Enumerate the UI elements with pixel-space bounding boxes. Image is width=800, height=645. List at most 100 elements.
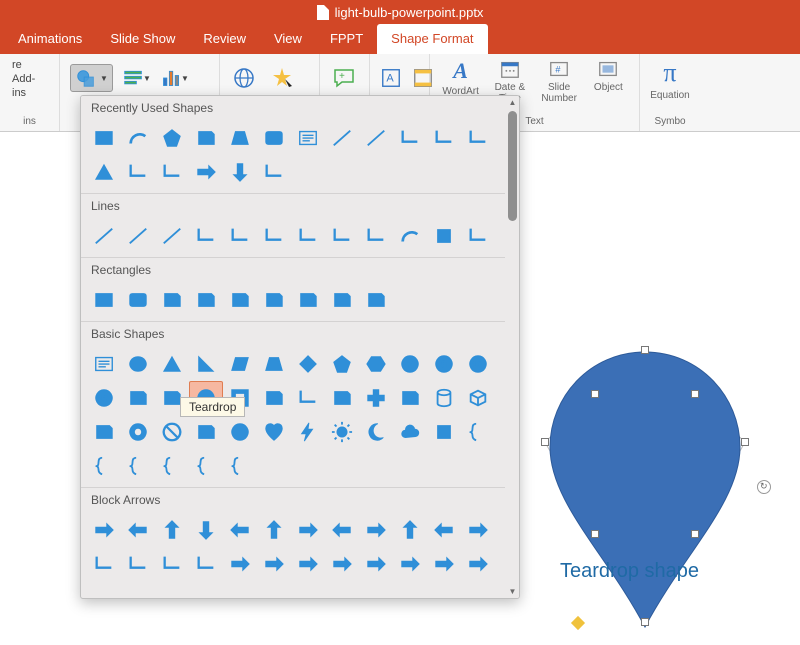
- shape-arrow-bent[interactable]: [359, 513, 393, 547]
- insert-shapes-button[interactable]: ▼: [70, 64, 113, 92]
- tab-shape-format[interactable]: Shape Format: [377, 24, 487, 54]
- shape-can[interactable]: [427, 381, 461, 415]
- shape-octagon[interactable]: 8: [427, 347, 461, 381]
- shape-freeform[interactable]: [257, 155, 291, 189]
- shape-snip2[interactable]: [189, 283, 223, 317]
- shape-u-shape[interactable]: [155, 155, 189, 189]
- shape-line-double[interactable]: [155, 219, 189, 253]
- shape-pie[interactable]: [121, 381, 155, 415]
- shape-arrow-curve-l[interactable]: [121, 547, 155, 581]
- shape-cube[interactable]: [461, 381, 495, 415]
- shape-snip-diag[interactable]: [223, 283, 257, 317]
- shape-arrow-right[interactable]: [189, 155, 223, 189]
- shape-hexagon[interactable]: [359, 347, 393, 381]
- shape-block-arc[interactable]: [189, 415, 223, 449]
- shape-line-arrow[interactable]: [121, 219, 155, 253]
- shape-arc[interactable]: [121, 121, 155, 155]
- header-footer-button[interactable]: [412, 64, 434, 92]
- shape-curve-2[interactable]: [325, 219, 359, 253]
- shape-dodecagon[interactable]: 12: [87, 381, 121, 415]
- shape-triangle[interactable]: [155, 347, 189, 381]
- shape-elbow-arrow[interactable]: [223, 219, 257, 253]
- shape-arrow-curve-u[interactable]: [155, 547, 189, 581]
- shape-arc[interactable]: [393, 219, 427, 253]
- shape-freeform-open[interactable]: [427, 219, 461, 253]
- shape-lightning[interactable]: [291, 415, 325, 449]
- slide-number-button[interactable]: # Slide Number: [539, 58, 580, 104]
- teardrop-shape-object[interactable]: [535, 342, 755, 642]
- shape-l-shape[interactable]: [121, 155, 155, 189]
- shape-heart[interactable]: [257, 415, 291, 449]
- shape-arrow-ud[interactable]: [257, 513, 291, 547]
- scroll-down-icon[interactable]: ▼: [507, 585, 519, 598]
- shape-curve-arrow[interactable]: [359, 219, 393, 253]
- shape-arrow-d[interactable]: [189, 513, 223, 547]
- shape-arrow-callout-d[interactable]: [461, 547, 495, 581]
- shape-donut[interactable]: [121, 415, 155, 449]
- selection-handle-sw[interactable]: [591, 530, 599, 538]
- shape-brace-l[interactable]: [155, 449, 189, 483]
- shape-arrow-home[interactable]: [291, 547, 325, 581]
- shape-round-diag[interactable]: [325, 283, 359, 317]
- shape-parallelogram[interactable]: [223, 347, 257, 381]
- shape-brace-pair[interactable]: [121, 449, 155, 483]
- scroll-up-icon[interactable]: ▲: [507, 96, 519, 109]
- popover-scrollbar[interactable]: ▲ ▼: [505, 96, 520, 598]
- shape-arrow-curve-d[interactable]: [189, 547, 223, 581]
- shape-round-snip[interactable]: [359, 283, 393, 317]
- selection-handle-n[interactable]: [641, 346, 649, 354]
- shape-connector-elbow[interactable]: [393, 121, 427, 155]
- shape-rounded[interactable]: [121, 283, 155, 317]
- shape-arrow-l[interactable]: [121, 513, 155, 547]
- selection-handle-w[interactable]: [541, 438, 549, 446]
- shape-arrow-notched[interactable]: [257, 547, 291, 581]
- shape-bevel[interactable]: [87, 415, 121, 449]
- shape-triangle[interactable]: [87, 155, 121, 189]
- shape-arc2[interactable]: [427, 415, 461, 449]
- shape-heptagon[interactable]: 7: [393, 347, 427, 381]
- shape-arrow-bentup[interactable]: [461, 513, 495, 547]
- shape-arrow-lr[interactable]: [223, 513, 257, 547]
- tab-animations[interactable]: Animations: [4, 24, 96, 54]
- shape-line[interactable]: [87, 219, 121, 253]
- rotation-handle[interactable]: [757, 480, 771, 494]
- chart-button[interactable]: ▼: [161, 64, 189, 92]
- selection-handle-ne[interactable]: [691, 390, 699, 398]
- scroll-thumb[interactable]: [508, 111, 517, 221]
- selection-handle-nw[interactable]: [591, 390, 599, 398]
- shape-brace-r[interactable]: [223, 449, 257, 483]
- shape-half-frame[interactable]: [257, 381, 291, 415]
- selection-handle-s[interactable]: [641, 618, 649, 626]
- shape-diamond[interactable]: [291, 347, 325, 381]
- addins-line2[interactable]: Add-ins: [12, 73, 35, 99]
- comment-button[interactable]: +: [330, 64, 358, 92]
- shape-plus[interactable]: [359, 381, 393, 415]
- object-button[interactable]: Object: [588, 58, 629, 93]
- shape-connector-curved[interactable]: [427, 121, 461, 155]
- shape-arrow-uturn[interactable]: [393, 513, 427, 547]
- shape-brace-l2[interactable]: [189, 449, 223, 483]
- shape-plaque[interactable]: [393, 381, 427, 415]
- wordart-button[interactable]: A WordArt: [440, 58, 481, 97]
- shape-pentagon[interactable]: [155, 121, 189, 155]
- tab-review[interactable]: Review: [189, 24, 260, 54]
- shape-arrow-striped[interactable]: [223, 547, 257, 581]
- smartart-button[interactable]: ▼: [123, 64, 151, 92]
- shape-scribble[interactable]: [461, 219, 495, 253]
- shape-l-shape[interactable]: [291, 381, 325, 415]
- equation-button[interactable]: Equation: [650, 90, 689, 101]
- shape-rect[interactable]: [87, 283, 121, 317]
- shape-arrow-callout-u[interactable]: [427, 547, 461, 581]
- shape-trapezoid[interactable]: [257, 347, 291, 381]
- shape-curve[interactable]: [461, 121, 495, 155]
- shape-arrow-down[interactable]: [223, 155, 257, 189]
- shape-bracket-r[interactable]: [87, 449, 121, 483]
- shape-elbow-double[interactable]: [257, 219, 291, 253]
- shape-textbox[interactable]: [291, 121, 325, 155]
- shape-arrow-callout-r[interactable]: [359, 547, 393, 581]
- shape-arrow-curve-r[interactable]: [87, 547, 121, 581]
- shape-line[interactable]: [325, 121, 359, 155]
- shape-bracket-l[interactable]: [461, 415, 495, 449]
- shape-smiley[interactable]: [223, 415, 257, 449]
- shape-snip1[interactable]: [155, 283, 189, 317]
